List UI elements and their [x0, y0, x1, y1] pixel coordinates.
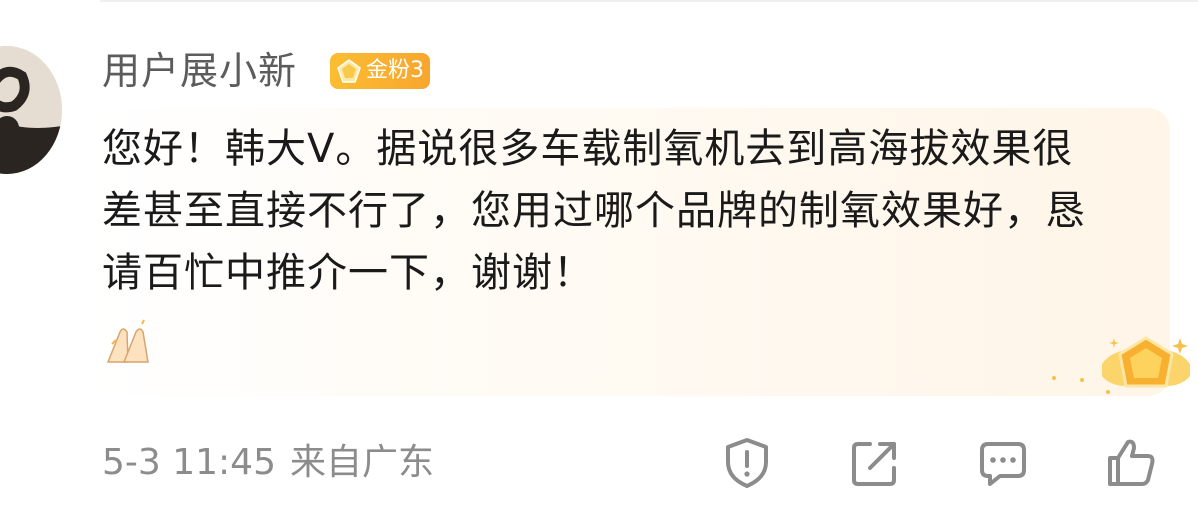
location: 来自广东 — [290, 442, 435, 483]
fan-badge-label: 金粉3 — [366, 58, 424, 83]
comment-text: 您好！韩大V。据说很多车载制氧机去到高海拔效果很差甚至直接不行了，您用过哪个品牌… — [102, 126, 1086, 296]
medal-decoration — [1040, 330, 1198, 410]
fan-level-badge[interactable]: 金粉3 — [330, 53, 430, 89]
avatar[interactable] — [0, 46, 62, 174]
clapping-hands-emoji — [102, 318, 152, 368]
share-icon[interactable] — [848, 436, 902, 490]
diamond-icon — [334, 56, 364, 86]
top-divider — [100, 0, 1198, 2]
comment-icon[interactable] — [976, 436, 1030, 490]
report-shield-icon[interactable] — [720, 436, 774, 490]
username[interactable]: 用户展小新 — [102, 48, 297, 94]
like-thumb-icon[interactable] — [1104, 436, 1158, 490]
comment-meta: 5-3 11:45 来自广东 — [102, 440, 434, 486]
timestamp: 5-3 11:45 — [102, 442, 276, 483]
